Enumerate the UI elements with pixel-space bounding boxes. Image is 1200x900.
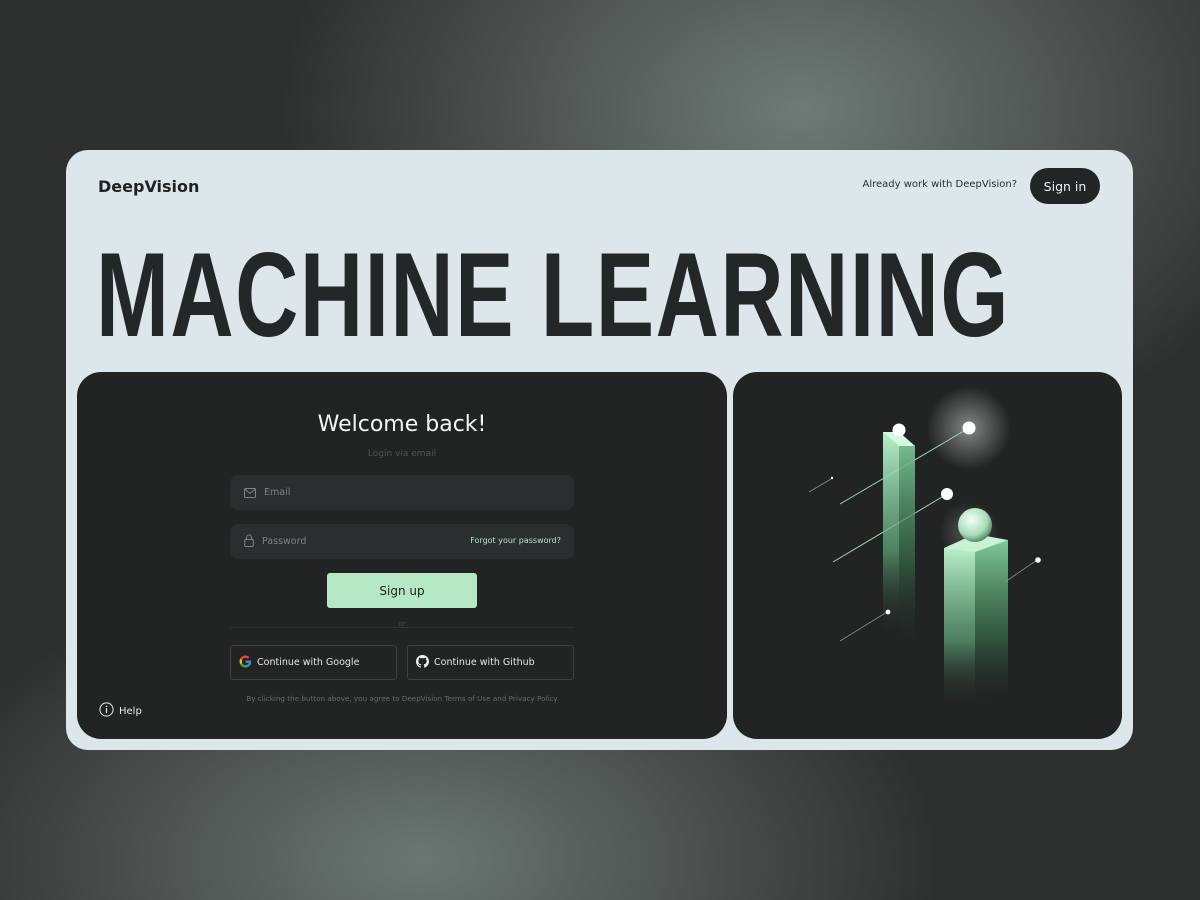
google-icon [239, 655, 252, 671]
info-icon [99, 702, 114, 720]
particle-dot [885, 609, 891, 615]
streak-line [808, 478, 832, 493]
password-placeholder: Password [262, 536, 307, 547]
bar-pillar-front [883, 432, 899, 632]
hero-headline: MACHINE LEARNING [96, 228, 1010, 362]
email-placeholder: Email [264, 487, 291, 498]
login-subtitle: Login via email [367, 449, 437, 459]
particle-dot [962, 421, 976, 435]
bar-pillar-side [975, 540, 1008, 702]
google-button[interactable]: Continue with Google [230, 645, 397, 680]
help-link[interactable]: Help [99, 702, 142, 720]
lock-icon [244, 532, 254, 551]
sign-up-button[interactable]: Sign up [327, 573, 477, 608]
github-button[interactable]: Continue with Github [407, 645, 574, 680]
forgot-password-link[interactable]: Forgot your password? [470, 536, 561, 545]
github-button-label: Continue with Github [434, 657, 535, 668]
help-label: Help [119, 705, 142, 717]
streak-line [1004, 559, 1038, 583]
email-field[interactable]: Email [230, 475, 574, 510]
bar-pillar-front [944, 548, 975, 702]
particle-dot [830, 476, 834, 480]
main-card: DeepVision Already work with DeepVision?… [66, 150, 1133, 750]
particle-dot [892, 423, 906, 437]
mail-icon [244, 483, 256, 502]
already-member-text: Already work with DeepVision? [862, 179, 1017, 190]
sphere [958, 508, 992, 542]
google-button-label: Continue with Google [257, 657, 360, 668]
illustration-panel [733, 372, 1122, 739]
password-field[interactable]: Password Forgot your password? [230, 524, 574, 559]
terms-text: By clicking the button above, you agree … [246, 694, 558, 703]
particle-dot [1035, 557, 1041, 563]
login-title: Welcome back! [317, 412, 487, 437]
brand-logo[interactable]: DeepVision [98, 177, 199, 196]
particle-dot [941, 488, 953, 500]
login-panel: Welcome back! Login via email Email Pass… [77, 372, 727, 739]
streak-line [839, 611, 888, 642]
ml-illustration [808, 386, 1041, 702]
sign-in-button[interactable]: Sign in [1030, 168, 1100, 204]
github-icon [416, 654, 429, 671]
bar-pillar-side [899, 432, 915, 646]
or-separator: or [398, 620, 406, 628]
